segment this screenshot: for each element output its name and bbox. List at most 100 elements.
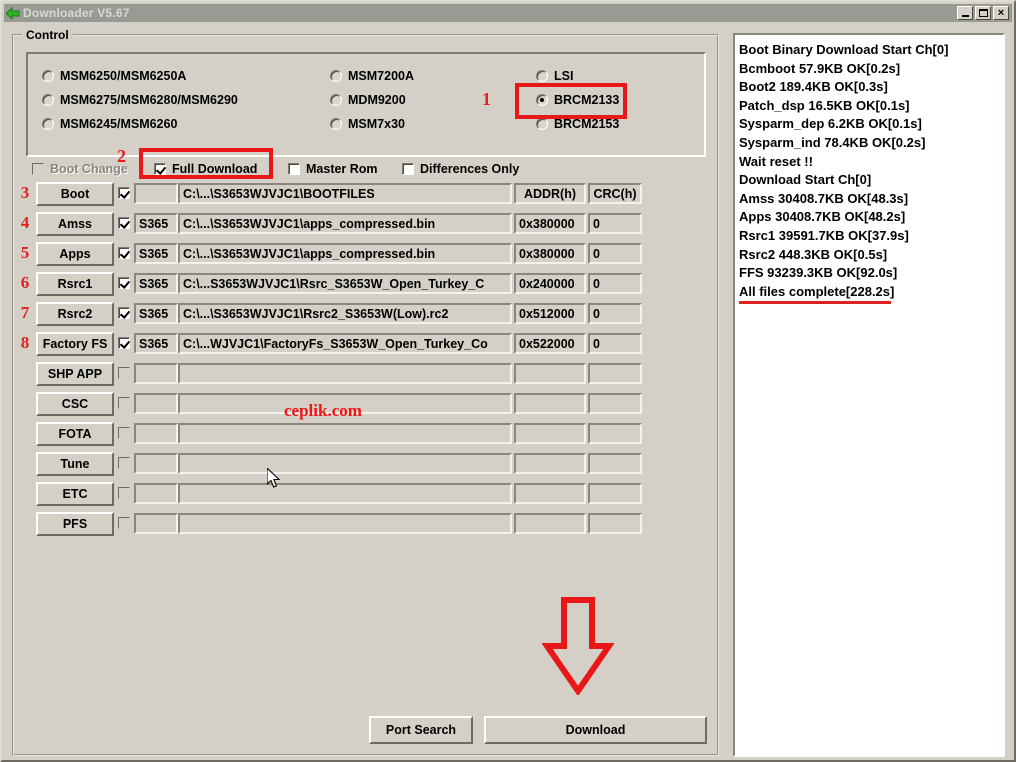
- row-crc-field[interactable]: CRC(h): [588, 183, 642, 204]
- row-addr-field[interactable]: [514, 363, 586, 384]
- row-tag-field[interactable]: [134, 393, 178, 414]
- row-checkbox[interactable]: [118, 517, 130, 529]
- row-tag-field[interactable]: [134, 183, 178, 204]
- checkbox-mark-icon: [32, 163, 44, 175]
- window-title: Downloader V5.67: [23, 6, 130, 20]
- row-path-field[interactable]: [178, 363, 512, 384]
- row-browse-button-factory-fs[interactable]: Factory FS: [36, 332, 114, 356]
- row-addr-field[interactable]: [514, 423, 586, 444]
- row-checkbox-checked[interactable]: [118, 337, 130, 349]
- row-path-field[interactable]: [178, 483, 512, 504]
- row-browse-button-apps[interactable]: Apps: [36, 242, 114, 266]
- checkbox-label: Boot Change: [50, 162, 128, 176]
- row-addr-field[interactable]: 0x512000: [514, 303, 586, 324]
- row-browse-button-amss[interactable]: Amss: [36, 212, 114, 236]
- row-browse-button-shp-app[interactable]: SHP APP: [36, 362, 114, 386]
- row-crc-field[interactable]: [588, 423, 642, 444]
- radio-label: LSI: [554, 69, 574, 83]
- row-crc-field[interactable]: [588, 393, 642, 414]
- row-browse-button-boot[interactable]: Boot: [36, 182, 114, 206]
- row-button-label: ETC: [62, 487, 88, 501]
- row-checkbox-checked[interactable]: [118, 277, 130, 289]
- radio-brcm2153[interactable]: BRCM2153: [536, 112, 619, 136]
- radio-msm6250[interactable]: MSM6250/MSM6250A: [42, 64, 238, 88]
- row-checkbox-checked[interactable]: [118, 187, 130, 199]
- row-checkbox-checked[interactable]: [118, 307, 130, 319]
- row-browse-button-rsrc2[interactable]: Rsrc2: [36, 302, 114, 326]
- row-crc-field[interactable]: [588, 483, 642, 504]
- row-addr-field-value: 0x240000: [519, 276, 575, 291]
- row-tag-field[interactable]: [134, 363, 178, 384]
- row-addr-field[interactable]: [514, 513, 586, 534]
- radio-msm6275[interactable]: MSM6275/MSM6280/MSM6290: [42, 88, 238, 112]
- download-button[interactable]: Download: [484, 716, 707, 744]
- row-browse-button-rsrc1[interactable]: Rsrc1: [36, 272, 114, 296]
- row-checkbox-checked[interactable]: [118, 217, 130, 229]
- row-addr-field[interactable]: 0x522000: [514, 333, 586, 354]
- row-browse-button-csc[interactable]: CSC: [36, 392, 114, 416]
- row-path-field[interactable]: C:\...\S3653WJVJC1\apps_compressed.bin: [178, 213, 512, 234]
- row-browse-button-pfs[interactable]: PFS: [36, 512, 114, 536]
- row-tag-field[interactable]: S365: [134, 303, 178, 324]
- row-checkbox-checked[interactable]: [118, 247, 130, 259]
- row-tag-field[interactable]: [134, 483, 178, 504]
- port-search-button[interactable]: Port Search: [369, 716, 473, 744]
- row-addr-field[interactable]: 0x240000: [514, 273, 586, 294]
- row-crc-field[interactable]: 0: [588, 273, 642, 294]
- row-path-field[interactable]: C:\...\S3653WJVJC1\apps_compressed.bin: [178, 243, 512, 264]
- row-addr-field[interactable]: [514, 483, 586, 504]
- radio-msm7200a[interactable]: MSM7200A: [330, 64, 414, 88]
- row-path-field[interactable]: [178, 423, 512, 444]
- row-checkbox[interactable]: [118, 367, 130, 379]
- checkbox-differences-only[interactable]: Differences Only: [402, 162, 519, 176]
- row-crc-field[interactable]: [588, 453, 642, 474]
- row-addr-field[interactable]: [514, 453, 586, 474]
- row-crc-field[interactable]: 0: [588, 303, 642, 324]
- row-crc-field[interactable]: 0: [588, 243, 642, 264]
- row-browse-button-fota[interactable]: FOTA: [36, 422, 114, 446]
- row-tag-field[interactable]: [134, 423, 178, 444]
- row-tag-field[interactable]: [134, 513, 178, 534]
- log-output-panel[interactable]: Boot Binary Download Start Ch[0] Bcmboot …: [733, 33, 1005, 757]
- radio-mark-icon: [330, 94, 342, 106]
- row-tag-field[interactable]: S365: [134, 273, 178, 294]
- row-tag-field[interactable]: S365: [134, 213, 178, 234]
- row-crc-field[interactable]: [588, 363, 642, 384]
- row-tag-field[interactable]: S365: [134, 333, 178, 354]
- row-addr-field[interactable]: [514, 393, 586, 414]
- row-checkbox[interactable]: [118, 427, 130, 439]
- row-browse-button-tune[interactable]: Tune: [36, 452, 114, 476]
- radio-msm6245[interactable]: MSM6245/MSM6260: [42, 112, 238, 136]
- row-path-field[interactable]: [178, 453, 512, 474]
- row-tag-field[interactable]: [134, 453, 178, 474]
- row-addr-field[interactable]: 0x380000: [514, 213, 586, 234]
- radio-brcm2133[interactable]: BRCM2133: [536, 88, 619, 112]
- row-addr-field[interactable]: 0x380000: [514, 243, 586, 264]
- checkbox-full-download[interactable]: Full Download: [154, 162, 257, 176]
- checkbox-master-rom[interactable]: Master Rom: [288, 162, 378, 176]
- row-path-field[interactable]: C:\...S3653WJVJC1\Rsrc_S3653W_Open_Turke…: [178, 273, 512, 294]
- maximize-button[interactable]: [975, 6, 991, 20]
- row-crc-field[interactable]: [588, 513, 642, 534]
- row-crc-field[interactable]: 0: [588, 213, 642, 234]
- radio-lsi[interactable]: LSI: [536, 64, 619, 88]
- row-addr-field[interactable]: ADDR(h): [514, 183, 586, 204]
- row-browse-button-etc[interactable]: ETC: [36, 482, 114, 506]
- row-path-field[interactable]: [178, 393, 512, 414]
- row-checkbox[interactable]: [118, 457, 130, 469]
- row-checkbox[interactable]: [118, 397, 130, 409]
- row-checkbox[interactable]: [118, 487, 130, 499]
- row-crc-field[interactable]: 0: [588, 333, 642, 354]
- minimize-button[interactable]: [957, 6, 973, 20]
- row-path-field[interactable]: [178, 513, 512, 534]
- checkbox-boot-change[interactable]: Boot Change: [32, 162, 128, 176]
- radio-msm7x30[interactable]: MSM7x30: [330, 112, 414, 136]
- row-path-field[interactable]: C:\...\S3653WJVJC1\BOOTFILES: [178, 183, 512, 204]
- close-button[interactable]: ×: [993, 6, 1009, 20]
- radio-label: MSM6245/MSM6260: [60, 117, 178, 131]
- radio-mdm9200[interactable]: MDM9200: [330, 88, 414, 112]
- row-path-field[interactable]: C:\...WJVJC1\FactoryFs_S3653W_Open_Turke…: [178, 333, 512, 354]
- row-tag-field[interactable]: S365: [134, 243, 178, 264]
- row-path-field-value: C:\...WJVJC1\FactoryFs_S3653W_Open_Turke…: [183, 336, 488, 351]
- row-path-field[interactable]: C:\...\S3653WJVJC1\Rsrc2_S3653W(Low).rc2: [178, 303, 512, 324]
